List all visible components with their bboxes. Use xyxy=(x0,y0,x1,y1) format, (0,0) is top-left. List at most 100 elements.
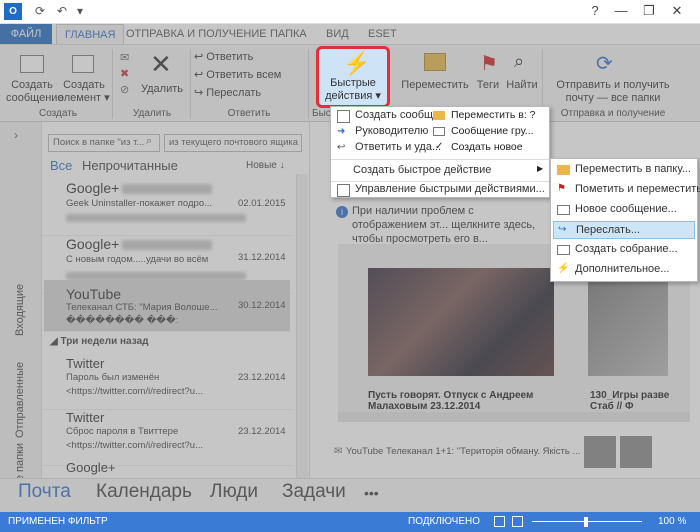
minimize-button[interactable]: — xyxy=(610,2,632,20)
create-quick-step-item[interactable]: Создать быстрое действие ▶ xyxy=(333,163,547,179)
new-items-icon xyxy=(72,55,94,73)
contact-photo-icon xyxy=(620,436,652,468)
filter-all[interactable]: Все xyxy=(50,158,72,173)
search-input[interactable]: Поиск в папке "из т... xyxy=(48,134,160,152)
list-scrollbar[interactable] xyxy=(296,174,308,478)
close-button[interactable]: ✕ xyxy=(666,2,688,20)
send-receive-all-button[interactable]: Отправить и получить почту — все папки xyxy=(546,79,680,105)
qs-new-message-row[interactable]: Создать сообщ... Переместить в: ? xyxy=(333,108,547,124)
info-icon: i xyxy=(336,206,348,218)
folder-icon xyxy=(433,111,445,120)
tab-file[interactable]: ФАЙЛ xyxy=(0,24,52,44)
list-item-selected[interactable]: YouTube Телеканал СТБ: "Мария Волоше... … xyxy=(44,280,290,332)
footer-icon: ✉ xyxy=(334,446,343,457)
search-scope-select[interactable]: из текущего почтового ящика xyxy=(164,134,302,152)
nav-tasks[interactable]: Задачи xyxy=(282,481,346,503)
submenu-forward[interactable]: ↪ Переслать... xyxy=(553,221,695,239)
dropdown-icon[interactable]: ▾ xyxy=(72,3,88,19)
lightning-icon: ⚡ xyxy=(343,51,371,76)
qs-manager-row[interactable]: ➜ Руководителю Сообщение гру... xyxy=(333,124,547,140)
submenu-new-message[interactable]: Новое сообщение... xyxy=(553,201,695,219)
zoom-level: 100 % xyxy=(658,516,687,527)
quick-steps-dropdown: Создать сообщ... Переместить в: ? ➜ Руково… xyxy=(330,106,550,198)
tab-send-receive[interactable]: ОТПРАВКА И ПОЛУЧЕНИЕ xyxy=(118,24,275,44)
info-bar[interactable]: При наличии проблем с отображением эт...… xyxy=(352,204,542,246)
video-caption-1[interactable]: Пусть говорят. Отпуск с Андреем Малаховы… xyxy=(368,390,558,412)
delete-icon: ✕ xyxy=(150,49,172,79)
find-icon: ⌕ xyxy=(514,51,525,71)
search-icon[interactable]: ⌕ xyxy=(146,135,152,148)
check-icon: ✓ xyxy=(435,141,444,152)
new-email-button[interactable]: Создать сообщение xyxy=(6,79,64,105)
video-caption-2[interactable]: 130_Игры разве Стаб // Ф xyxy=(590,390,670,412)
submenu-flag-move[interactable]: ⚑ Пометить и переместить... xyxy=(553,181,700,199)
view-reading-icon[interactable] xyxy=(512,516,523,527)
status-filter: ПРИМЕНЕН ФИЛЬТР xyxy=(8,516,108,527)
quick-steps-button[interactable]: ⚡ Быстрые действия ▾ xyxy=(316,46,390,108)
related-message[interactable]: YouTube Телеканал 1+1: "Територія обману… xyxy=(346,446,584,457)
outlook-logo-icon: O xyxy=(4,3,22,20)
tab-view[interactable]: ВИД xyxy=(318,24,357,44)
tags-button[interactable]: Теги xyxy=(470,79,506,92)
group-header[interactable]: ◢ Три недели назад xyxy=(50,336,149,347)
new-email-icon xyxy=(20,55,44,73)
delete-button[interactable]: Удалить xyxy=(140,83,184,96)
new-items-button[interactable]: Создать элемент ▾ xyxy=(58,79,110,105)
help-button[interactable]: ? xyxy=(584,2,606,20)
send-receive-ribbon-icon: ⟳ xyxy=(596,53,613,75)
group-reply-label: Ответить xyxy=(227,108,271,119)
reply-all-button[interactable]: ↩ Ответить всем xyxy=(194,69,281,82)
filter-unread[interactable]: Непрочитанные xyxy=(82,158,178,173)
submenu-move[interactable]: Переместить в папку... xyxy=(553,161,695,179)
list-item[interactable]: Google+ Geek Uninstaller-покажет подро..… xyxy=(42,178,292,236)
nav-more[interactable]: ••• xyxy=(364,485,379,501)
tab-folder[interactable]: ПАПКА xyxy=(262,24,315,44)
video-thumbnail-2[interactable] xyxy=(588,268,668,376)
tab-eset[interactable]: ESET xyxy=(360,24,405,44)
tags-icon: ⚑ xyxy=(480,53,498,75)
zoom-thumb[interactable] xyxy=(584,517,588,527)
title-bar: O ⟳ ↶ ▾ ? — ❐ ✕ xyxy=(0,0,700,24)
create-quick-step-submenu: Переместить в папку... ⚑ Пометить и перем… xyxy=(550,158,700,282)
submenu-custom[interactable]: ⚡ Дополнительное... xyxy=(553,261,695,279)
group-delete-label: Удалить xyxy=(132,108,172,119)
group-send-label: Отправка и получение xyxy=(560,108,666,119)
view-normal-icon[interactable] xyxy=(494,516,505,527)
horizontal-scrollbar[interactable] xyxy=(338,412,690,422)
nav-sent[interactable]: Отправленные xyxy=(14,362,26,438)
move-button[interactable]: Переместить xyxy=(400,79,470,92)
forward-button[interactable]: ↪ Переслать xyxy=(194,87,261,100)
group-quick-label: Быс xyxy=(312,108,331,119)
ignore-icon[interactable]: ✉ xyxy=(120,51,129,64)
nav-inbox[interactable]: Входящие xyxy=(14,284,26,336)
sort-dropdown[interactable]: Новые ↓ xyxy=(246,160,285,171)
cleanup-icon[interactable]: ✖ xyxy=(120,67,129,80)
list-item[interactable]: Google+ xyxy=(42,460,292,478)
video-thumbnail[interactable] xyxy=(368,268,554,376)
restore-button[interactable]: ❐ xyxy=(638,2,660,20)
move-icon xyxy=(424,53,446,71)
manage-quick-steps-item[interactable]: Управление быстрыми действиями... xyxy=(333,181,547,197)
submenu-arrow-icon: ▶ xyxy=(537,164,544,173)
submenu-meeting[interactable]: Создать собрание... xyxy=(553,241,695,259)
find-button[interactable]: Найти xyxy=(504,79,540,92)
bottom-navigation: Почта Календарь Люди Задачи ••• xyxy=(0,478,700,512)
status-connected: ПОДКЛЮЧЕНО xyxy=(408,516,481,527)
reply-button[interactable]: ↩ Ответить xyxy=(194,51,253,64)
nav-calendar[interactable]: Календарь xyxy=(96,481,192,503)
qs-reply-row[interactable]: ↩ Ответить и уда... ✓ Создать новое xyxy=(333,140,547,156)
junk-icon[interactable]: ⊘ xyxy=(120,83,129,96)
tab-home[interactable]: ГЛАВНАЯ xyxy=(56,24,125,44)
nav-people[interactable]: Люди xyxy=(210,481,258,503)
undo-icon[interactable]: ↶ xyxy=(54,3,70,19)
message-list: Поиск в папке "из т... ⌕ из текущего поч… xyxy=(42,122,310,478)
group-create-label: Создать xyxy=(38,108,77,119)
list-item[interactable]: Twitter Пароль был изменён 23.12.2014 <h… xyxy=(42,352,292,410)
send-receive-icon[interactable]: ⟳ xyxy=(32,3,48,19)
nav-mail[interactable]: Почта xyxy=(18,481,71,503)
contact-photo-icon xyxy=(584,436,616,468)
group-icon xyxy=(433,127,445,136)
list-item[interactable]: Twitter Сброс пароля в Твиттере 23.12.20… xyxy=(42,408,292,466)
status-bar: ПРИМЕНЕН ФИЛЬТР ПОДКЛЮЧЕНО 100 % xyxy=(0,512,700,532)
expand-nav-icon[interactable]: › xyxy=(14,128,18,142)
